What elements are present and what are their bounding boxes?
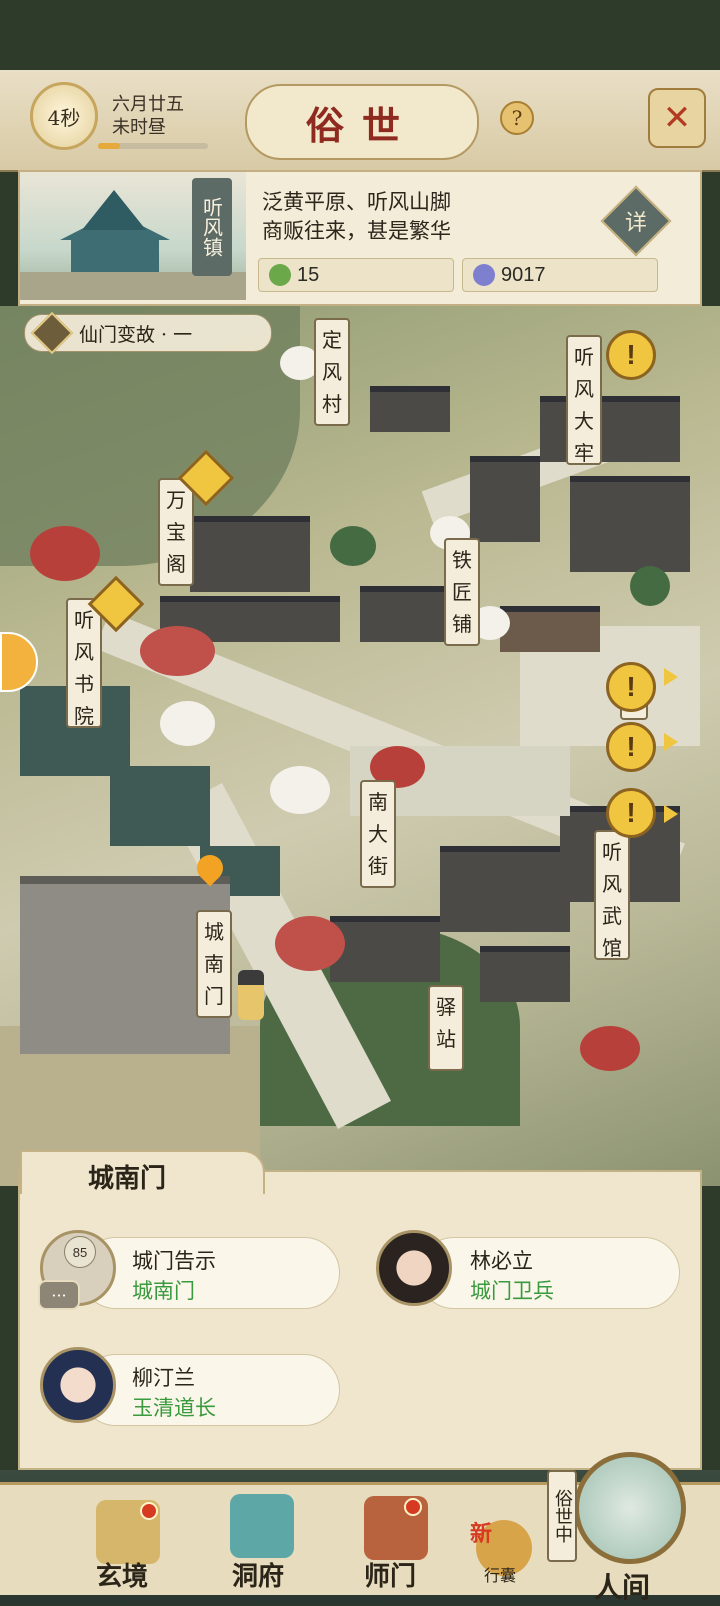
notification-dot xyxy=(140,1502,158,1520)
event-alert-icon[interactable]: ! xyxy=(606,330,656,380)
new-tag: 新 xyxy=(470,1521,493,1547)
town-description-1: 泛黄平原、听风山脚 xyxy=(262,190,451,214)
npc-name: 柳汀兰 xyxy=(132,1366,195,1390)
nav-item-shimen[interactable]: 师门 xyxy=(364,1556,416,1593)
event-alert-icon[interactable]: ! xyxy=(606,722,656,772)
day-progress-fill xyxy=(98,143,120,149)
town-name: 听风镇 xyxy=(192,178,232,276)
npc-name: 林必立 xyxy=(470,1249,533,1273)
timer-badge: 4秒 xyxy=(30,82,98,150)
timer-text: 4秒 xyxy=(47,105,81,130)
nav-item-xingnang[interactable]: 行囊 xyxy=(484,1562,516,1586)
resource-leaf: 15 xyxy=(258,258,454,292)
world-map-icon[interactable] xyxy=(574,1452,686,1564)
nav-item-dongfu[interactable]: 洞府 xyxy=(232,1556,284,1593)
npc-name: 城门告示 xyxy=(132,1249,216,1273)
resource-coin-value: 9017 xyxy=(501,263,546,286)
notification-dot xyxy=(404,1498,422,1516)
quest-scroll-icon xyxy=(30,311,74,355)
location-south-gate[interactable]: 城南门 xyxy=(196,910,232,1018)
nav-item-xuanjing[interactable]: 玄境 xyxy=(96,1556,148,1593)
player-character xyxy=(238,970,264,1020)
npc-role: 玉清道长 xyxy=(132,1396,216,1420)
chat-bubble-icon[interactable]: ··· xyxy=(38,1280,80,1310)
leaf-icon xyxy=(269,264,291,286)
location-panel-title: 城南门 xyxy=(88,1164,167,1194)
nav-item-renjian[interactable]: 人间 xyxy=(594,1566,650,1606)
quest-label: 仙门变故 · 一 xyxy=(79,323,193,346)
arrow-right-icon xyxy=(664,668,678,686)
location-dingfengcun[interactable]: 定风村 xyxy=(314,318,350,426)
location-academy[interactable]: 听风书院 xyxy=(66,598,102,728)
npc-avatar-lin xyxy=(376,1230,452,1306)
location-wanbaoge[interactable]: 万宝阁 xyxy=(158,478,194,586)
location-tingfeng-prison[interactable]: 听风大牢 xyxy=(566,335,602,465)
notice-count-badge: 85 xyxy=(64,1236,96,1268)
location-south-street[interactable]: 南大街 xyxy=(360,780,396,888)
world-status-tag: 俗世中 xyxy=(547,1470,577,1562)
npc-role: 城门卫兵 xyxy=(470,1279,554,1303)
npc-avatar-liu xyxy=(40,1347,116,1423)
page-title: 俗世 xyxy=(245,84,479,160)
help-icon[interactable]: ? xyxy=(500,101,534,135)
resource-coin: 9017 xyxy=(462,258,658,292)
quest-tracker[interactable]: 仙门变故 · 一 xyxy=(24,311,272,355)
npc-role: 城南门 xyxy=(132,1279,195,1303)
spirit-coin-icon xyxy=(473,264,495,286)
location-post-station[interactable]: 驿站 xyxy=(428,985,464,1071)
event-alert-icon[interactable]: ! xyxy=(606,788,656,838)
close-scroll-icon[interactable]: ✕ xyxy=(648,88,706,148)
location-martial-hall[interactable]: 听风武馆 xyxy=(594,830,630,960)
event-alert-icon[interactable]: ! xyxy=(606,662,656,712)
detail-button-label[interactable]: 详 xyxy=(611,196,661,246)
resource-leaf-value: 15 xyxy=(297,263,320,286)
arrow-right-icon xyxy=(664,733,678,751)
arrow-right-icon xyxy=(664,805,678,823)
location-blacksmith[interactable]: 铁匠铺 xyxy=(444,538,480,646)
town-description-2: 商贩往来，甚是繁华 xyxy=(262,219,451,243)
cave-pavilion-icon[interactable] xyxy=(230,1494,294,1558)
time-text: 未时昼 xyxy=(112,117,166,138)
